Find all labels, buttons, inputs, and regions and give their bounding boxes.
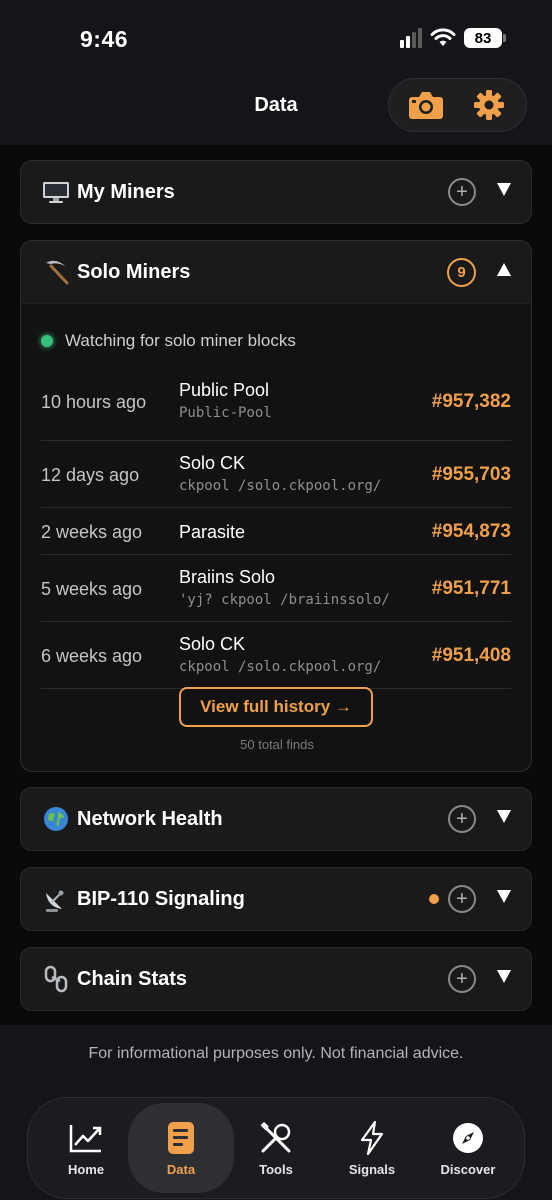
find-time: 12 days ago xyxy=(41,465,140,485)
solo-find-row[interactable]: 6 weeks ago Solo CK ckpool /solo.ckpool.… xyxy=(41,622,511,689)
block-height-link[interactable]: #955,703 xyxy=(432,464,511,486)
view-full-history-button[interactable]: View full history → xyxy=(179,687,373,727)
tools-icon xyxy=(258,1120,294,1156)
document-icon xyxy=(163,1120,199,1156)
pool-coinbase-tag: 'yj? ckpool /braiinssolo/ xyxy=(179,592,390,608)
bip110-card: BIP-110 Signaling + xyxy=(20,867,532,931)
chain-stats-header[interactable]: Chain Stats + xyxy=(21,948,531,1010)
tab-label: Data xyxy=(166,1161,196,1177)
chain-link-icon xyxy=(41,964,71,994)
solo-miners-header[interactable]: Solo Miners 9 xyxy=(21,241,531,303)
bottom-tab-bar: Home Data Tools Signals Discover xyxy=(27,1097,525,1199)
status-time: 9:46 xyxy=(80,26,129,52)
find-time: 5 weeks ago xyxy=(41,579,143,599)
find-time: 2 weeks ago xyxy=(41,522,143,542)
cellular-signal-icon xyxy=(400,28,422,48)
pickaxe-icon xyxy=(41,257,71,287)
tab-data[interactable]: Data xyxy=(128,1103,234,1193)
disclaimer-text: For informational purposes only. Not fin… xyxy=(88,1045,464,1062)
chevron-down-icon[interactable] xyxy=(497,183,511,196)
chain-stats-card: Chain Stats + xyxy=(20,947,532,1011)
tab-signals[interactable]: Signals xyxy=(322,1098,422,1198)
pool-name: Public Pool xyxy=(179,380,270,400)
find-time: 10 hours ago xyxy=(41,392,147,412)
top-header: Data xyxy=(0,70,552,145)
computer-icon xyxy=(41,177,71,207)
solo-find-row[interactable]: 5 weeks ago Braiins Solo 'yj? ckpool /br… xyxy=(41,555,511,622)
pool-name: Braiins Solo xyxy=(179,567,276,587)
compass-icon xyxy=(450,1120,486,1156)
add-bip110-button[interactable]: + xyxy=(448,885,476,913)
satellite-dish-icon xyxy=(41,884,71,914)
status-icons: 83 xyxy=(400,28,506,48)
gear-icon xyxy=(473,90,504,120)
battery-indicator: 83 xyxy=(464,28,506,48)
camera-button[interactable] xyxy=(404,83,448,127)
lightning-icon xyxy=(354,1120,390,1156)
pool-name: Solo CK xyxy=(179,453,246,473)
tab-label: Tools xyxy=(259,1161,293,1177)
block-height-link[interactable]: #951,771 xyxy=(432,578,511,600)
pool-coinbase-tag: ckpool /solo.ckpool.org/ xyxy=(179,659,382,675)
solo-find-row[interactable]: 2 weeks ago Parasite #954,873 xyxy=(41,508,511,555)
pool-name: Solo CK xyxy=(179,634,246,654)
tab-home[interactable]: Home xyxy=(36,1098,136,1198)
chevron-down-icon[interactable] xyxy=(497,890,511,903)
bip110-title: BIP-110 Signaling xyxy=(77,887,245,910)
status-bar: 9:46 83 xyxy=(0,0,552,70)
tab-label: Home xyxy=(67,1161,105,1177)
chevron-up-icon[interactable] xyxy=(497,263,511,276)
footer: For informational purposes only. Not fin… xyxy=(0,1025,552,1200)
header-actions xyxy=(388,78,527,132)
watching-status: Watching for solo miner blocks xyxy=(41,304,511,374)
chain-stats-title: Chain Stats xyxy=(77,967,188,990)
block-height-link[interactable]: #954,873 xyxy=(432,521,511,543)
pool-coinbase-tag: Public-Pool xyxy=(179,405,272,421)
my-miners-card: My Miners + xyxy=(20,160,532,224)
add-chain-stats-button[interactable]: + xyxy=(448,965,476,993)
total-finds-text: 50 total finds xyxy=(240,737,314,752)
solo-miners-body: Watching for solo miner blocks 10 hours … xyxy=(21,303,531,771)
tab-tools[interactable]: Tools xyxy=(226,1098,326,1198)
solo-miners-count-badge: 9 xyxy=(447,258,476,287)
chevron-down-icon[interactable] xyxy=(497,970,511,983)
solo-find-row[interactable]: 10 hours ago Public Pool Public-Pool #95… xyxy=(41,374,511,441)
my-miners-header[interactable]: My Miners + xyxy=(21,161,531,223)
tab-label: Discover xyxy=(440,1161,496,1177)
wifi-icon xyxy=(430,28,456,46)
block-height-link[interactable]: #951,408 xyxy=(432,645,511,667)
watching-text: Watching for solo miner blocks xyxy=(65,331,296,350)
add-my-miner-button[interactable]: + xyxy=(448,178,476,206)
add-network-health-button[interactable]: + xyxy=(448,805,476,833)
live-indicator-dot xyxy=(41,335,53,347)
settings-button[interactable] xyxy=(467,83,511,127)
chart-trend-icon xyxy=(68,1120,104,1156)
chevron-down-icon[interactable] xyxy=(497,810,511,823)
solo-miners-title: Solo Miners xyxy=(77,260,191,283)
globe-icon xyxy=(41,804,71,834)
block-height-link[interactable]: #957,382 xyxy=(432,391,511,413)
network-health-header[interactable]: Network Health + xyxy=(21,788,531,850)
new-activity-dot xyxy=(429,894,439,904)
camera-icon xyxy=(409,92,444,119)
network-health-title: Network Health xyxy=(77,807,223,830)
find-time: 6 weeks ago xyxy=(41,646,143,666)
my-miners-title: My Miners xyxy=(77,180,175,203)
solo-miners-card: Solo Miners 9 Watching for solo miner bl… xyxy=(20,240,532,772)
solo-find-row[interactable]: 12 days ago Solo CK ckpool /solo.ckpool.… xyxy=(41,441,511,508)
pool-name: Parasite xyxy=(179,522,246,542)
network-health-card: Network Health + xyxy=(20,787,532,851)
content-area: My Miners + Solo Miners 9 Watching for s… xyxy=(0,145,552,1025)
pool-coinbase-tag: ckpool /solo.ckpool.org/ xyxy=(179,478,382,494)
tab-label: Signals xyxy=(348,1161,396,1177)
bip110-header[interactable]: BIP-110 Signaling + xyxy=(21,868,531,930)
tab-discover[interactable]: Discover xyxy=(418,1098,518,1198)
